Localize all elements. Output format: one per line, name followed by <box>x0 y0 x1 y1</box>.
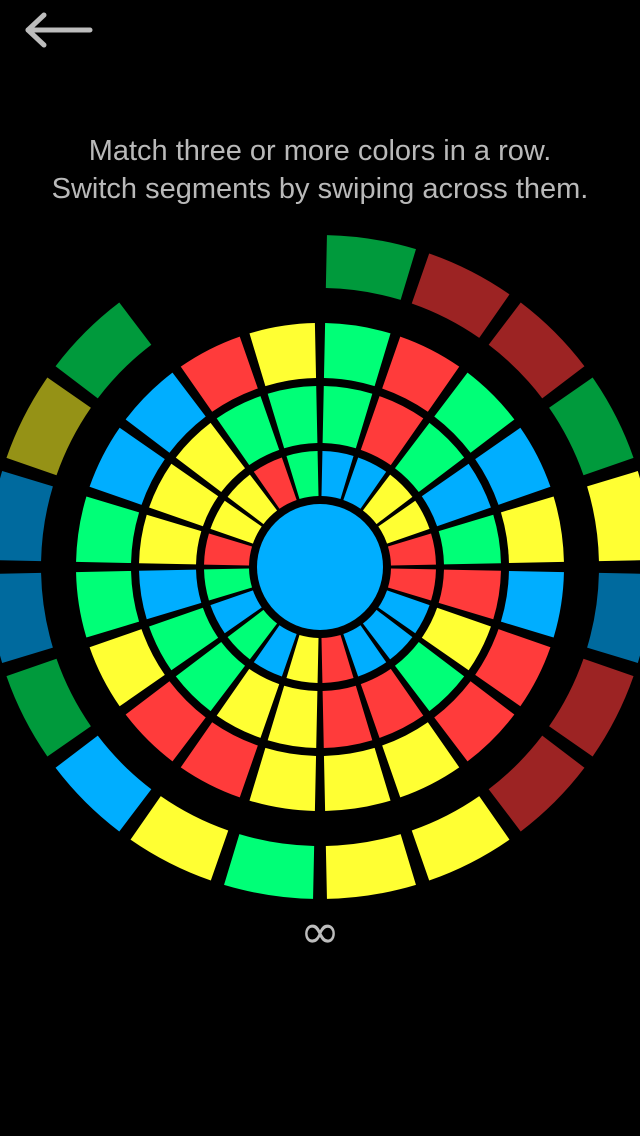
outer-segment-6[interactable] <box>549 658 634 757</box>
outer-segment-5[interactable] <box>587 572 640 663</box>
center-hub <box>257 504 383 630</box>
ring-3-segment-10[interactable] <box>249 747 317 811</box>
ring-3-segment-15[interactable] <box>76 496 140 564</box>
outer-segment-8[interactable] <box>411 796 510 881</box>
outer-segment-1[interactable] <box>411 253 510 338</box>
outer-segment-4[interactable] <box>587 471 640 562</box>
outer-segment-11[interactable] <box>130 796 229 881</box>
game-board[interactable] <box>0 0 640 1136</box>
ring-3-segment-9[interactable] <box>323 747 391 811</box>
ring-3-segment-4[interactable] <box>500 496 564 564</box>
outer-segment-10[interactable] <box>224 834 315 899</box>
outer-segment-16[interactable] <box>6 377 91 476</box>
outer-segment-2[interactable] <box>488 302 585 399</box>
moves-infinity-symbol: ∞ <box>300 904 340 960</box>
outer-segment-3[interactable] <box>549 377 634 476</box>
outer-segment-13[interactable] <box>6 658 91 757</box>
outer-segment-7[interactable] <box>488 735 585 832</box>
ring-3-segment-5[interactable] <box>500 570 564 638</box>
outer-segment-0[interactable] <box>325 235 416 300</box>
outer-segment-15[interactable] <box>0 471 53 562</box>
outer-segment-14[interactable] <box>0 572 53 663</box>
ring-3-segment-0[interactable] <box>323 323 391 387</box>
outer-segment-17[interactable] <box>55 302 152 399</box>
outer-segment-9[interactable] <box>325 834 416 899</box>
ring-3-segment-14[interactable] <box>76 570 140 638</box>
outer-segment-12[interactable] <box>55 735 152 832</box>
ring-3-segment-19[interactable] <box>249 323 317 387</box>
